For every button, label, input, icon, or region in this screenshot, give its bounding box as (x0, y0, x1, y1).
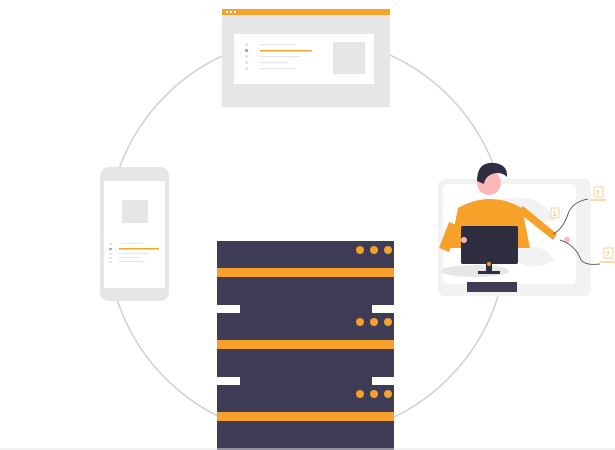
annotation-tag-1: 1 (550, 207, 560, 219)
server-rack-icon (217, 241, 394, 450)
smartphone-icon (100, 167, 169, 301)
network-illustration: 1 ? ? (0, 9, 615, 450)
illustration-canvas: 1 ? ? (0, 0, 615, 450)
annotation-tag-2: ? (593, 186, 604, 198)
developer-at-computer-icon (438, 162, 591, 296)
browser-window-icon (222, 9, 390, 107)
annotation-tag-3: ? (603, 247, 614, 259)
